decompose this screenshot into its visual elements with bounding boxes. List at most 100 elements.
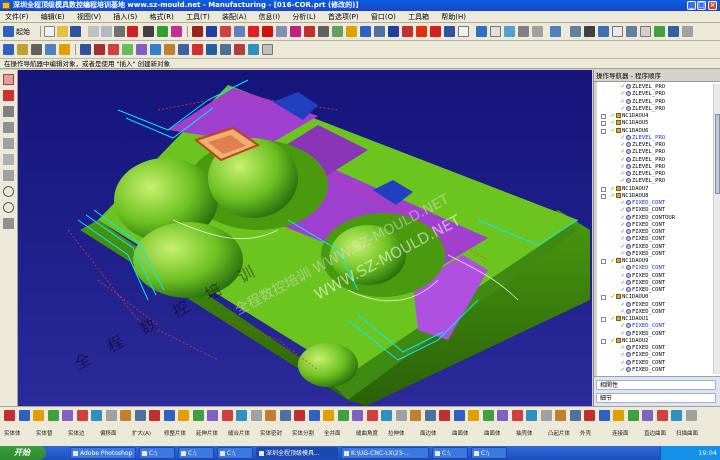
delete-icon[interactable] — [127, 26, 138, 37]
point-icon[interactable] — [3, 170, 14, 181]
feature-tool-label[interactable]: 曲面体 — [452, 429, 469, 437]
cycle-icon[interactable] — [476, 26, 487, 37]
option-icon[interactable] — [262, 44, 273, 55]
operation-row[interactable]: ✓ FIXED_CONT — [597, 366, 712, 374]
feature-tool-label[interactable]: 实体体 — [4, 429, 21, 437]
feature-tool-icon[interactable] — [569, 410, 581, 421]
feature-tool-icon[interactable] — [192, 410, 204, 421]
geometry-view-icon[interactable] — [234, 26, 245, 37]
feature-tool-icon[interactable] — [482, 410, 494, 421]
feature-tool-icon[interactable] — [613, 410, 624, 421]
save-icon[interactable] — [70, 26, 81, 37]
menu-file[interactable]: 文件(F) — [0, 11, 34, 23]
curve-icon[interactable] — [3, 138, 14, 149]
feature-tool-icon[interactable] — [18, 410, 30, 421]
menu-help[interactable]: 帮助(H) — [436, 11, 471, 23]
spline-icon[interactable] — [3, 154, 14, 165]
program-view-icon[interactable] — [206, 26, 217, 37]
feature-tool-icon[interactable] — [540, 410, 552, 421]
red-cube-icon[interactable] — [402, 26, 413, 37]
operation-row[interactable]: ✓ FIXED_CONTOUR — [597, 214, 712, 222]
taskbar-item[interactable]: C:\ — [217, 447, 253, 459]
feature-tool-icon[interactable] — [381, 410, 392, 421]
part-icon[interactable] — [234, 44, 245, 55]
feature-tool-icon[interactable] — [497, 410, 508, 421]
shop-doc-icon[interactable] — [318, 26, 329, 37]
feature-tool-label[interactable]: 缝合片体 — [228, 429, 250, 437]
feature-tool-icon[interactable] — [47, 410, 59, 421]
taskbar-item[interactable]: Adobe Photoshop ... — [70, 447, 136, 459]
feature-tool-label[interactable]: 实体密封 — [260, 429, 282, 437]
feature-tool-label[interactable]: 拉伸体 — [388, 429, 405, 437]
snap-point-icon[interactable] — [3, 90, 14, 101]
shade-icon[interactable] — [612, 26, 623, 37]
feature-tool-label[interactable]: 抽壳体 — [516, 429, 533, 437]
feature-tool-icon[interactable] — [439, 410, 450, 421]
sort-icon[interactable] — [164, 44, 175, 55]
operation-row[interactable]: ✓ FIXED_CONT — [597, 272, 712, 280]
feature-tool-icon[interactable] — [685, 410, 697, 421]
menu-view[interactable]: 视图(V) — [72, 11, 106, 23]
feature-tool-label[interactable]: 全并面 — [324, 429, 341, 437]
navigator-tree[interactable]: ✓ ZLEVEL_PRO ✓ ZLEVEL_PRO ✓ ZLEVEL_PRO ✓ ZLEVEL… — [597, 84, 712, 374]
cut-icon[interactable] — [88, 26, 99, 37]
feature-tool-icon[interactable] — [178, 410, 189, 421]
operation-row[interactable]: ✓ FIXED_CONT — [597, 323, 712, 330]
circle-icon[interactable] — [3, 186, 14, 197]
select-icon[interactable] — [171, 26, 182, 37]
operation-row[interactable]: ✓ ZLEVEL_PRO — [597, 156, 712, 164]
taskbar-item[interactable]: C:\ — [139, 447, 175, 459]
program-group-row[interactable]: ✓ NC1DAOU8 — [597, 192, 712, 200]
feature-tool-icon[interactable] — [453, 410, 465, 421]
operation-row[interactable]: ✓ FIXED_CONT — [597, 221, 712, 229]
feature-tool-icon[interactable] — [395, 410, 407, 421]
wire-icon[interactable] — [532, 26, 543, 37]
expand-icon[interactable] — [601, 317, 606, 322]
show-icon[interactable] — [654, 26, 665, 37]
feature-tool-label[interactable]: 偏移面 — [100, 429, 117, 437]
feature-tool-label[interactable]: 实体分割 — [292, 429, 314, 437]
feature-tool-label[interactable]: 曲面体 — [484, 429, 501, 437]
menu-assembly[interactable]: 装配(A) — [217, 11, 251, 23]
drill-icon[interactable] — [444, 26, 455, 37]
info-icon[interactable] — [490, 26, 501, 37]
feature-tool-icon[interactable] — [62, 410, 73, 421]
undo-icon[interactable] — [143, 26, 154, 37]
menu-format[interactable]: 格式(R) — [145, 11, 179, 23]
create-method-icon[interactable] — [45, 44, 56, 55]
feature-tool-icon[interactable] — [337, 410, 349, 421]
method-view-icon[interactable] — [248, 26, 259, 37]
display-icon[interactable] — [136, 44, 147, 55]
dependencies-tab[interactable]: 相関性 — [596, 380, 716, 390]
menu-info[interactable]: 信息(I) — [254, 11, 286, 23]
feature-tool-icon[interactable] — [584, 410, 595, 421]
feature-tool-icon[interactable] — [91, 410, 102, 421]
feature-tool-icon[interactable] — [76, 410, 88, 421]
menu-edit[interactable]: 编辑(E) — [36, 11, 70, 23]
details-tab[interactable]: 細节 — [596, 393, 716, 403]
menu-analysis[interactable]: 分析(L) — [287, 11, 320, 23]
feature-tool-label[interactable]: 修整片体 — [164, 429, 186, 437]
postprocess-icon[interactable] — [304, 26, 315, 37]
light-icon[interactable] — [346, 26, 357, 37]
feature-tool-icon[interactable] — [105, 410, 117, 421]
feature-tool-label[interactable]: 连接面 — [612, 429, 629, 437]
operation-row[interactable]: ✓ FIXED_CONT — [597, 352, 712, 359]
feature-tool-icon[interactable] — [468, 410, 479, 421]
transform-icon[interactable] — [332, 26, 343, 37]
operation-row[interactable]: ✓ ZLEVEL_PRO — [597, 134, 712, 142]
feature-tool-icon[interactable] — [598, 410, 610, 421]
program-group-row[interactable]: ✓ NC1DAOU0 — [597, 294, 712, 301]
taskbar-item[interactable]: C:\ — [178, 447, 214, 459]
feature-tool-icon[interactable] — [526, 410, 537, 421]
feature-tool-icon[interactable] — [221, 410, 233, 421]
feature-tool-icon[interactable] — [627, 410, 639, 421]
menu-toolbox[interactable]: 工具箱 — [403, 11, 434, 23]
taskbar-item[interactable]: C:\ — [432, 447, 468, 459]
taskbar-item[interactable]: K:\UG-CNC-LX\23-... — [341, 447, 429, 459]
create-operation-icon[interactable] — [59, 44, 70, 55]
feature-tool-icon[interactable] — [134, 410, 146, 421]
feature-tool-icon[interactable] — [4, 410, 15, 421]
minimize-button[interactable]: _ — [687, 1, 696, 10]
feature-tool-label[interactable]: 缝曲角度 — [356, 429, 378, 437]
